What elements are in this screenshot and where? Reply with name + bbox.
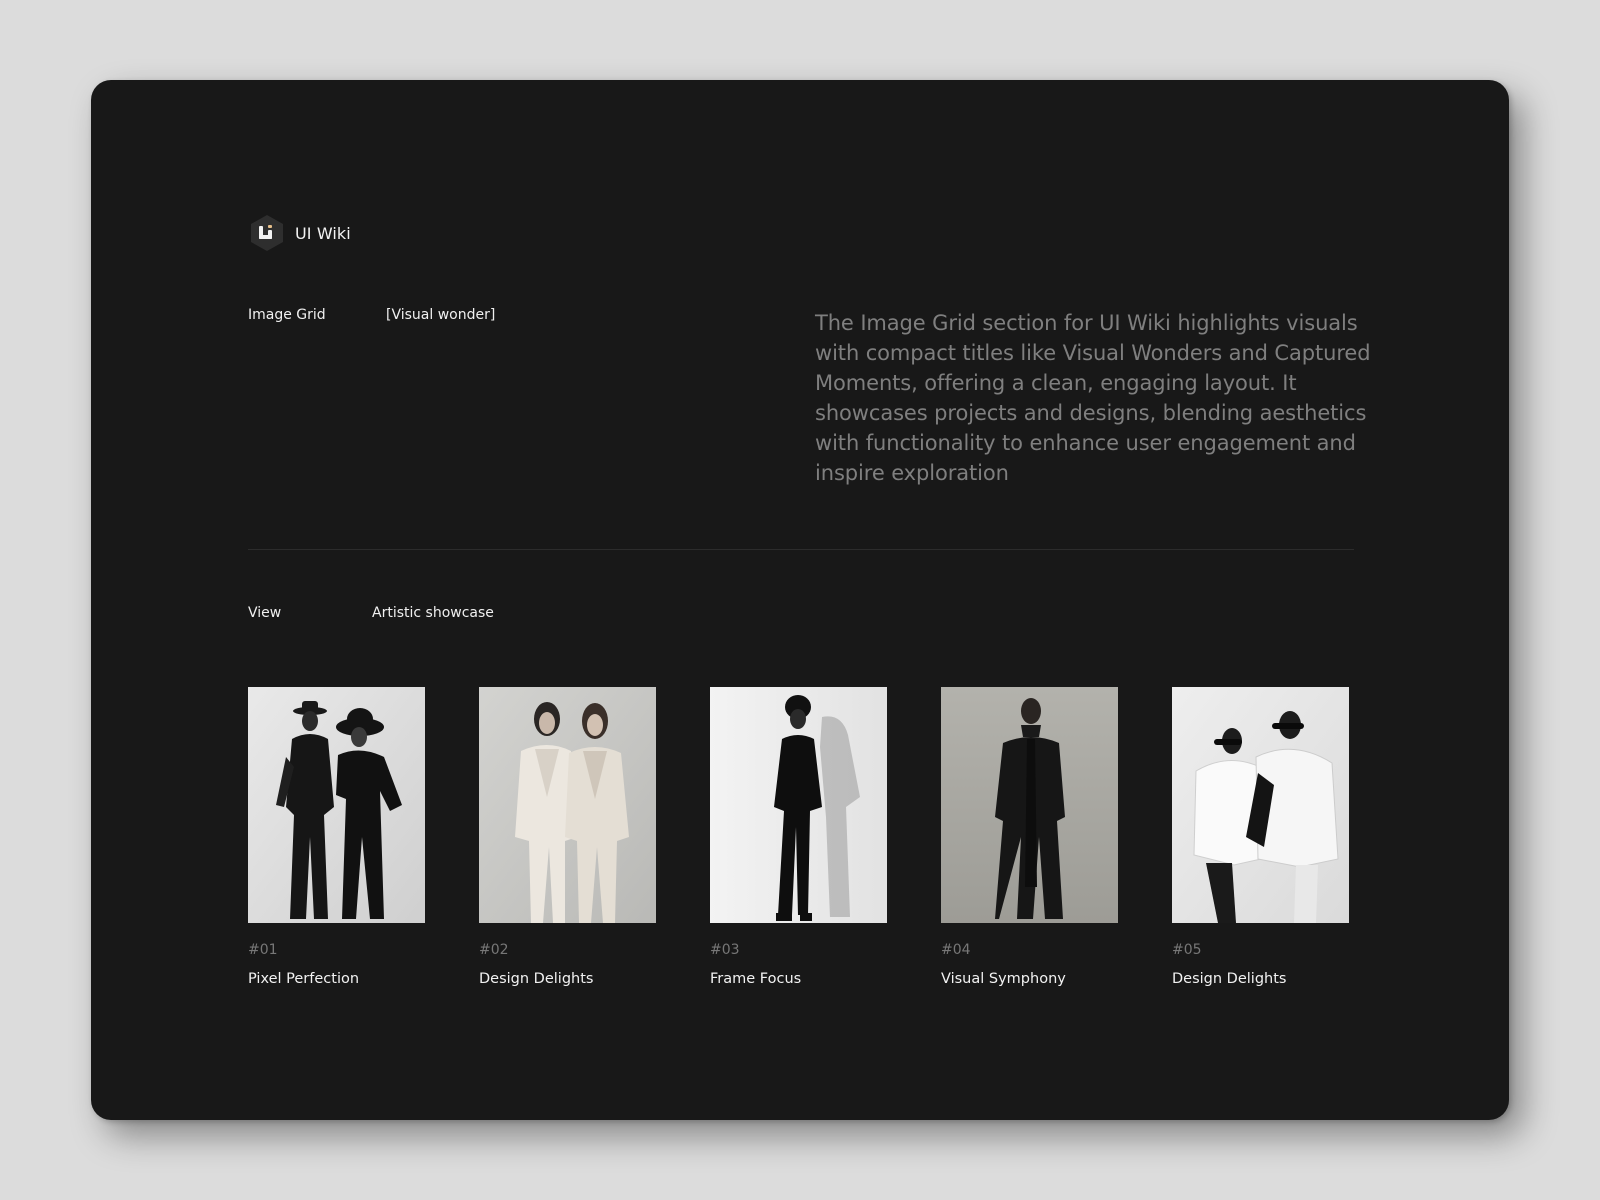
- gallery-number: #01: [248, 942, 278, 958]
- gallery-title[interactable]: Pixel Perfection: [248, 970, 425, 988]
- gallery-image[interactable]: [1172, 687, 1349, 923]
- gallery-number: #03: [710, 942, 740, 958]
- intro-paragraph: The Image Grid section for UI Wiki highl…: [815, 311, 1371, 485]
- gallery-number: #05: [1172, 942, 1202, 958]
- gallery-item[interactable]: #03 Frame Focus: [710, 687, 887, 988]
- brand[interactable]: UI Wiki: [248, 214, 351, 252]
- view-value[interactable]: Artistic showcase: [372, 605, 494, 621]
- fashion-photo-icon: [941, 687, 1118, 923]
- section-divider: [248, 549, 1354, 550]
- gallery-image[interactable]: [248, 687, 425, 923]
- fashion-photo-icon: [710, 687, 887, 923]
- gallery-item[interactable]: #02 Design Delights: [479, 687, 656, 988]
- gallery-item[interactable]: #05 Design Delights: [1172, 687, 1349, 988]
- gallery-title[interactable]: Frame Focus: [710, 970, 887, 988]
- gallery-number: #04: [941, 942, 971, 958]
- image-grid: #01 Pixel Perfection #02 Design Delights…: [248, 687, 1349, 988]
- gallery-title[interactable]: Visual Symphony: [941, 970, 1118, 988]
- gallery-title[interactable]: Design Delights: [479, 970, 656, 988]
- gallery-item[interactable]: #04 Visual Symphony: [941, 687, 1118, 988]
- fashion-photo-icon: [1172, 687, 1349, 923]
- section-label: Image Grid: [248, 307, 326, 323]
- section-tag: [Visual wonder]: [386, 307, 496, 323]
- content-card: UI Wiki Image Grid [Visual wonder] The I…: [91, 80, 1509, 1120]
- ui-wiki-logo-icon: [251, 215, 283, 251]
- view-label: View: [248, 605, 282, 621]
- gallery-title[interactable]: Design Delights: [1172, 970, 1349, 988]
- fashion-photo-icon: [479, 687, 656, 923]
- gallery-number: #02: [479, 942, 509, 958]
- gallery-image[interactable]: [479, 687, 656, 923]
- gallery-image[interactable]: [710, 687, 887, 923]
- gallery-item[interactable]: #01 Pixel Perfection: [248, 687, 425, 988]
- gallery-image[interactable]: [941, 687, 1118, 923]
- brand-name: UI Wiki: [295, 223, 351, 243]
- fashion-photo-icon: [248, 687, 425, 923]
